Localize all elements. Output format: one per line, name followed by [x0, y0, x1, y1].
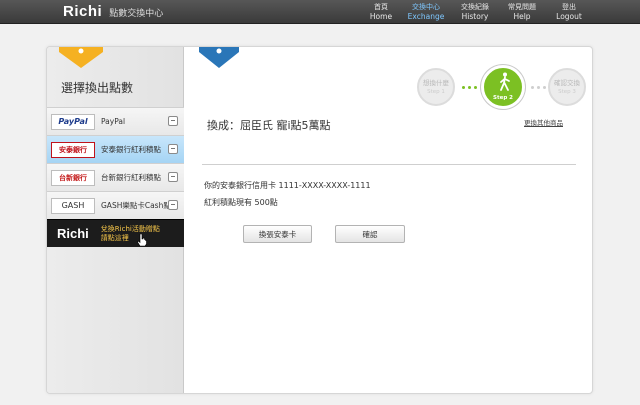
main-nav: 首頁 Home 交換中心 Exchange 交換紀錄 History 常見問題 … — [0, 3, 640, 23]
nav-logout[interactable]: 登出 Logout — [547, 3, 591, 21]
nav-history-en: History — [461, 12, 489, 21]
sidebar-item-label: 台新銀行紅利積點 — [101, 173, 161, 182]
nav-exchange[interactable]: 交換中心 Exchange — [404, 3, 448, 21]
paypal-logo-text: PayPal — [58, 117, 88, 126]
sidebar-item-gash[interactable]: GASH GASH樂點卡Cash點 — [47, 191, 184, 219]
step-1-label: 想換什麼 — [423, 78, 449, 87]
nav-logout-en: Logout — [556, 12, 582, 21]
arrow-right-icon — [168, 116, 178, 126]
nav-history-zh: 交換紀錄 — [461, 3, 489, 11]
sidebar-item-paypal[interactable]: PayPal PayPal — [47, 107, 184, 135]
sidebar-item-taishin[interactable]: 台新銀行 台新銀行紅利積點 — [47, 163, 184, 191]
nav-help-zh: 常見問題 — [508, 3, 536, 11]
step-3-label: 確認交換 — [554, 78, 580, 87]
step-dot — [462, 86, 465, 89]
change-product-link[interactable]: 更換其他商品 — [524, 117, 563, 127]
exchange-panel: 選擇換出點數 PayPal PayPal 安泰銀行 安泰銀行紅利積點 台新銀行 — [46, 46, 593, 394]
nav-home-en: Home — [369, 12, 393, 21]
change-card-button[interactable]: 換張安泰卡 — [243, 225, 312, 243]
nav-exchange-zh: 交換中心 — [412, 3, 440, 11]
step-2-number: Step 2 — [493, 95, 513, 101]
step-dot — [531, 86, 534, 89]
walking-person-icon — [500, 72, 510, 91]
paypal-logo: PayPal — [51, 113, 95, 130]
nav-exchange-en: Exchange — [407, 12, 445, 21]
step-1: 想換什麼 Step 1 — [417, 68, 455, 106]
divider — [202, 164, 576, 165]
step-2: Step 2 — [481, 65, 525, 109]
entie-bank-logo: 安泰銀行 — [51, 141, 95, 158]
sidebar-title: 選擇換出點數 — [61, 81, 134, 95]
richi-promo-banner[interactable]: Richi 兌換Richi活動贈點 請點這裡 — [47, 219, 184, 247]
step-dot — [474, 86, 477, 89]
taishin-bank-logo: 台新銀行 — [51, 169, 95, 186]
arrow-right-icon — [168, 144, 178, 154]
step-dot — [543, 86, 546, 89]
sidebar-item-label: GASH樂點卡Cash點 — [101, 201, 171, 210]
arrow-right-icon — [168, 172, 178, 182]
step-1-number: Step 1 — [427, 88, 445, 95]
nav-help[interactable]: 常見問題 Help — [500, 3, 544, 21]
sidebar-item-label: 安泰銀行紅利積點 — [101, 145, 161, 154]
point-source-list: PayPal PayPal 安泰銀行 安泰銀行紅利積點 台新銀行 台新銀行紅利積… — [47, 107, 184, 247]
nav-home-zh: 首頁 — [374, 3, 388, 11]
promo-line2: 請點這裡 — [100, 233, 129, 242]
nav-history[interactable]: 交換紀錄 History — [453, 3, 497, 21]
gash-logo: GASH — [51, 197, 95, 214]
points-balance: 紅利積點現有 500點 — [204, 198, 278, 207]
gash-logo-text: GASH — [61, 201, 85, 210]
step-3: 確認交換 Step 3 — [548, 68, 586, 106]
nav-home[interactable]: 首頁 Home — [359, 3, 403, 21]
exchange-target-title: 換成：屈臣氏 寵i點5萬點 — [207, 119, 331, 132]
credit-card-info: 你的安泰銀行信用卡 1111-XXXX-XXXX-1111 — [204, 181, 371, 190]
confirm-button[interactable]: 確認 — [335, 225, 405, 243]
nav-logout-zh: 登出 — [562, 3, 576, 11]
sidebar-item-label: PayPal — [101, 117, 126, 126]
step-dot — [537, 86, 540, 89]
promo-logo: Richi — [57, 226, 89, 241]
step-dot — [468, 86, 471, 89]
taishin-logo-text: 台新銀行 — [59, 173, 87, 182]
promo-line1: 兌換Richi活動贈點 — [100, 224, 160, 233]
top-bar: Richi 點數交換中心 首頁 Home 交換中心 Exchange 交換紀錄 … — [0, 0, 640, 24]
sidebar-item-entie[interactable]: 安泰銀行 安泰銀行紅利積點 — [47, 135, 184, 163]
arrow-right-icon — [168, 200, 178, 210]
step-3-number: Step 3 — [558, 88, 576, 95]
step-indicator: 想換什麼 Step 1 Step 2 確認交換 Step 3 — [417, 65, 587, 109]
entie-logo-text: 安泰銀行 — [59, 145, 87, 154]
promo-text: 兌換Richi活動贈點 請點這裡 — [101, 225, 160, 243]
ribbon-blue-icon — [199, 47, 239, 68]
ribbon-yellow-icon — [59, 47, 103, 68]
nav-help-en: Help — [513, 12, 531, 21]
hand-pointer-icon — [137, 234, 147, 246]
sidebar: 選擇換出點數 PayPal PayPal 安泰銀行 安泰銀行紅利積點 台新銀行 — [47, 47, 184, 393]
